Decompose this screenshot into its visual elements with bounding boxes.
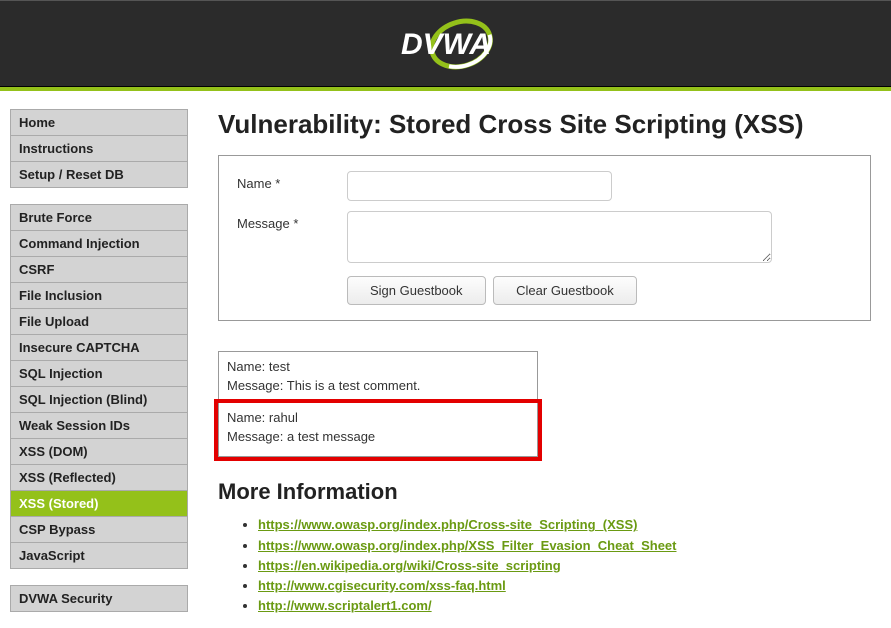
nav-command-injection[interactable]: Command Injection xyxy=(10,230,188,256)
message-label: Message * xyxy=(237,211,347,231)
guestbook-entry-highlighted: Name: rahul Message: a test message xyxy=(218,403,538,458)
nav-block-admin: DVWA Security xyxy=(10,585,188,612)
nav-xss-stored[interactable]: XSS (Stored) xyxy=(10,490,188,516)
nav-weak-session-ids[interactable]: Weak Session IDs xyxy=(10,412,188,438)
name-label: Name * xyxy=(237,171,347,191)
nav-instructions[interactable]: Instructions xyxy=(10,135,188,161)
entry-name-value: test xyxy=(269,359,290,374)
entry-name-label: Name: xyxy=(227,359,265,374)
entry-msg-value: This is a test comment. xyxy=(287,378,421,393)
nav-setup[interactable]: Setup / Reset DB xyxy=(10,161,188,188)
dvwa-logo: DVWA xyxy=(346,14,546,74)
more-info-heading: More Information xyxy=(218,479,871,505)
nav-csp-bypass[interactable]: CSP Bypass xyxy=(10,516,188,542)
guestbook-entries: Name: test Message: This is a test comme… xyxy=(218,351,538,457)
entry-msg-label: Message: xyxy=(227,378,283,393)
nav-xss-reflected[interactable]: XSS (Reflected) xyxy=(10,464,188,490)
logo-text: DVWA xyxy=(401,28,491,61)
nav-csrf[interactable]: CSRF xyxy=(10,256,188,282)
header-bar: DVWA xyxy=(0,0,891,87)
info-link[interactable]: https://en.wikipedia.org/wiki/Cross-site… xyxy=(258,558,561,573)
sign-guestbook-button[interactable]: Sign Guestbook xyxy=(347,276,486,305)
nav-insecure-captcha[interactable]: Insecure CAPTCHA xyxy=(10,334,188,360)
nav-home[interactable]: Home xyxy=(10,109,188,135)
nav-brute-force[interactable]: Brute Force xyxy=(10,204,188,230)
main-content: Vulnerability: Stored Cross Site Scripti… xyxy=(188,109,881,628)
message-textarea[interactable] xyxy=(347,211,772,263)
info-link[interactable]: http://www.scriptalert1.com/ xyxy=(258,598,432,613)
sidebar: Home Instructions Setup / Reset DB Brute… xyxy=(10,109,188,628)
entry-msg-label: Message: xyxy=(227,429,283,444)
info-link[interactable]: https://www.owasp.org/index.php/Cross-si… xyxy=(258,517,637,532)
nav-xss-dom[interactable]: XSS (DOM) xyxy=(10,438,188,464)
nav-sql-injection-blind[interactable]: SQL Injection (Blind) xyxy=(10,386,188,412)
nav-file-inclusion[interactable]: File Inclusion xyxy=(10,282,188,308)
nav-sql-injection[interactable]: SQL Injection xyxy=(10,360,188,386)
guestbook-entry: Name: test Message: This is a test comme… xyxy=(218,351,538,403)
page-title: Vulnerability: Stored Cross Site Scripti… xyxy=(218,109,871,140)
more-info-links: https://www.owasp.org/index.php/Cross-si… xyxy=(218,515,871,616)
entry-name-label: Name: xyxy=(227,410,265,425)
entry-name-value: rahul xyxy=(269,410,298,425)
name-input[interactable] xyxy=(347,171,612,201)
nav-javascript[interactable]: JavaScript xyxy=(10,542,188,569)
clear-guestbook-button[interactable]: Clear Guestbook xyxy=(493,276,637,305)
nav-file-upload[interactable]: File Upload xyxy=(10,308,188,334)
info-link[interactable]: http://www.cgisecurity.com/xss-faq.html xyxy=(258,578,506,593)
nav-block-vulns: Brute Force Command Injection CSRF File … xyxy=(10,204,188,569)
entry-msg-value: a test message xyxy=(287,429,375,444)
nav-block-general: Home Instructions Setup / Reset DB xyxy=(10,109,188,188)
guestbook-form: Name * Message * Sign Guestbook Clear Gu… xyxy=(218,155,871,321)
info-link[interactable]: https://www.owasp.org/index.php/XSS_Filt… xyxy=(258,538,677,553)
nav-dvwa-security[interactable]: DVWA Security xyxy=(10,585,188,612)
